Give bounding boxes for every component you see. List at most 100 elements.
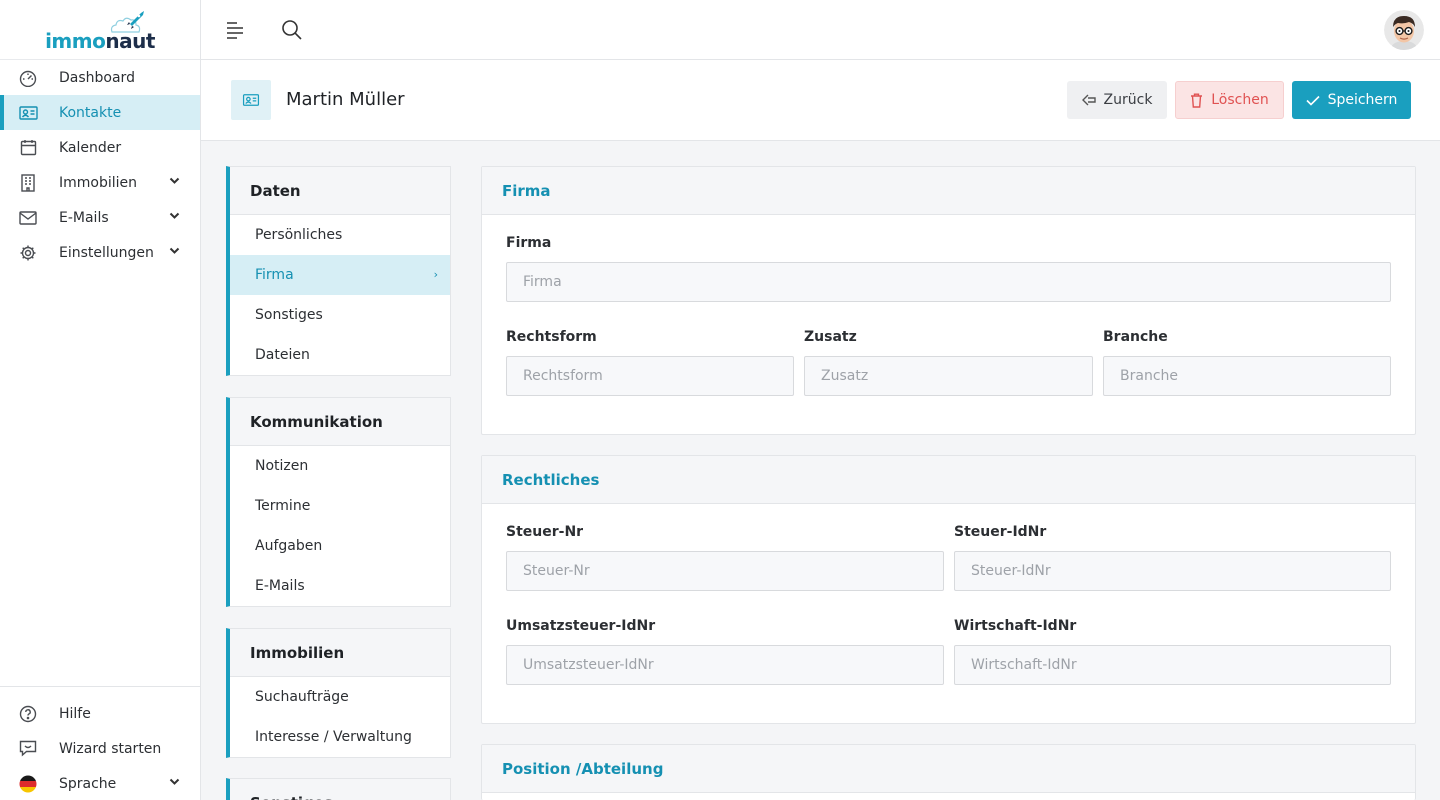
form-card-title: Rechtliches (482, 456, 1415, 504)
section-card-sonstiges: Sonstiges (226, 778, 451, 800)
delete-button[interactable]: Löschen (1175, 81, 1284, 119)
nav-item-immobilien[interactable]: Immobilien (0, 165, 200, 200)
help-icon (18, 704, 38, 724)
field-firma: Firma (506, 234, 1391, 302)
section-item-label: Aufgaben (255, 538, 323, 554)
flag-de-icon (18, 774, 38, 794)
section-card-title: Kommunikation (230, 398, 450, 446)
form-card-title: Firma (482, 167, 1415, 215)
rechtsform-input[interactable] (506, 356, 794, 396)
nav-label: Immobilien (59, 174, 138, 191)
field-steuer-nr: Steuer-Nr (506, 523, 944, 591)
section-item-aufgaben[interactable]: Aufgaben (230, 526, 450, 566)
section-item-dateien[interactable]: Dateien (230, 335, 450, 375)
trash-icon (1191, 93, 1203, 108)
section-card-title: Sonstiges (230, 779, 450, 800)
section-item-label: Sonstiges (255, 307, 323, 323)
nav-item-emails[interactable]: E-Mails (0, 200, 200, 235)
top-bar (201, 0, 1440, 60)
section-item-label: Notizen (255, 458, 309, 474)
nav-label: Wizard starten (59, 740, 162, 757)
arrow-left-icon (1081, 94, 1096, 106)
chevron-down-icon (169, 212, 180, 219)
delete-button-label: Löschen (1211, 92, 1269, 108)
calendar-icon (18, 138, 38, 158)
brand-logo[interactable]: immonaut (0, 0, 200, 60)
gauge-icon (18, 68, 38, 88)
back-button[interactable]: Zurück (1067, 81, 1167, 119)
envelope-icon (18, 208, 38, 228)
nav-label: Sprache (59, 775, 117, 792)
section-item-termine[interactable]: Termine (230, 486, 450, 526)
nav-item-wizard[interactable]: Wizard starten (0, 731, 200, 766)
section-item-label: Suchaufträge (255, 689, 349, 705)
field-steuer-idnr: Steuer-IdNr (954, 523, 1391, 591)
field-label: Umsatzsteuer-IdNr (506, 618, 656, 634)
nav-item-sprache[interactable]: Sprache (0, 766, 200, 800)
gear-icon (18, 243, 38, 263)
firma-input[interactable] (506, 262, 1391, 302)
section-card-title: Immobilien (230, 629, 450, 677)
zusatz-input[interactable] (804, 356, 1093, 396)
form-card-firma: Firma Firma Rechtsform Zusatz Branche (481, 166, 1416, 435)
chevron-right-icon: › (433, 268, 438, 281)
nav-item-einstellungen[interactable]: Einstellungen (0, 235, 200, 270)
field-label: Zusatz (804, 329, 857, 345)
nav-label: Dashboard (59, 69, 135, 86)
section-item-label: Dateien (255, 347, 310, 363)
form-card-position: Position /Abteilung (481, 744, 1416, 800)
brand-name-part1: immo (45, 29, 106, 53)
search-icon[interactable] (281, 19, 303, 41)
section-item-label: Persönliches (255, 227, 343, 243)
field-label: Rechtsform (506, 329, 597, 345)
section-item-interesse-verwaltung[interactable]: Interesse / Verwaltung (230, 717, 450, 757)
nav-label: E-Mails (59, 209, 109, 226)
chevron-down-icon (169, 247, 180, 254)
section-card-daten: Daten Persönliches Firma › Sonstiges Date… (226, 166, 451, 376)
nav-label: Kontakte (59, 104, 122, 121)
field-zusatz: Zusatz (804, 328, 1093, 396)
field-rechtsform: Rechtsform (506, 328, 794, 396)
section-item-persoenliches[interactable]: Persönliches (230, 215, 450, 255)
rocket-icon (110, 11, 144, 33)
field-branche: Branche (1103, 328, 1391, 396)
section-item-sonstiges[interactable]: Sonstiges (230, 295, 450, 335)
page-header: Martin Müller Zurück Löschen Speichern (201, 60, 1440, 141)
check-icon (1306, 95, 1320, 106)
chevron-down-icon (169, 778, 180, 785)
building-icon (18, 173, 38, 193)
section-card-kommunikation: Kommunikation Notizen Termine Aufgaben E… (226, 397, 451, 607)
section-item-suchauftraege[interactable]: Suchaufträge (230, 677, 450, 717)
section-item-emails[interactable]: E-Mails (230, 566, 450, 606)
nav-item-kontakte[interactable]: Kontakte (0, 95, 200, 130)
field-label: Branche (1103, 329, 1168, 345)
form-card-title: Position /Abteilung (482, 745, 1415, 793)
menu-toggle-icon[interactable] (225, 20, 245, 40)
sidebar: immonaut Dashboard Kontakte Kalender Imm… (0, 0, 201, 800)
nav-item-hilfe[interactable]: Hilfe (0, 696, 200, 731)
avatar[interactable] (1384, 10, 1424, 50)
section-item-label: Interesse / Verwaltung (255, 729, 412, 745)
wirtschaft-idnr-input[interactable] (954, 645, 1391, 685)
steuer-idnr-input[interactable] (954, 551, 1391, 591)
page-title: Martin Müller (286, 89, 405, 110)
steuer-nr-input[interactable] (506, 551, 944, 591)
section-item-firma[interactable]: Firma › (230, 255, 450, 295)
save-button-label: Speichern (1327, 92, 1398, 108)
section-card-immobilien: Immobilien Suchaufträge Interesse / Verw… (226, 628, 451, 758)
section-card-title: Daten (230, 167, 450, 215)
contact-card-icon (231, 80, 271, 120)
section-item-notizen[interactable]: Notizen (230, 446, 450, 486)
nav-label: Einstellungen (59, 244, 154, 261)
nav-item-dashboard[interactable]: Dashboard (0, 60, 200, 95)
save-button[interactable]: Speichern (1292, 81, 1411, 119)
section-item-label: Firma (255, 267, 294, 283)
umsatzsteuer-idnr-input[interactable] (506, 645, 944, 685)
section-item-label: E-Mails (255, 578, 305, 594)
field-label: Steuer-IdNr (954, 524, 1047, 540)
branche-input[interactable] (1103, 356, 1391, 396)
nav-label: Kalender (59, 139, 122, 156)
field-label: Firma (506, 235, 552, 251)
nav-item-kalender[interactable]: Kalender (0, 130, 200, 165)
field-umsatzsteuer-idnr: Umsatzsteuer-IdNr (506, 617, 944, 685)
